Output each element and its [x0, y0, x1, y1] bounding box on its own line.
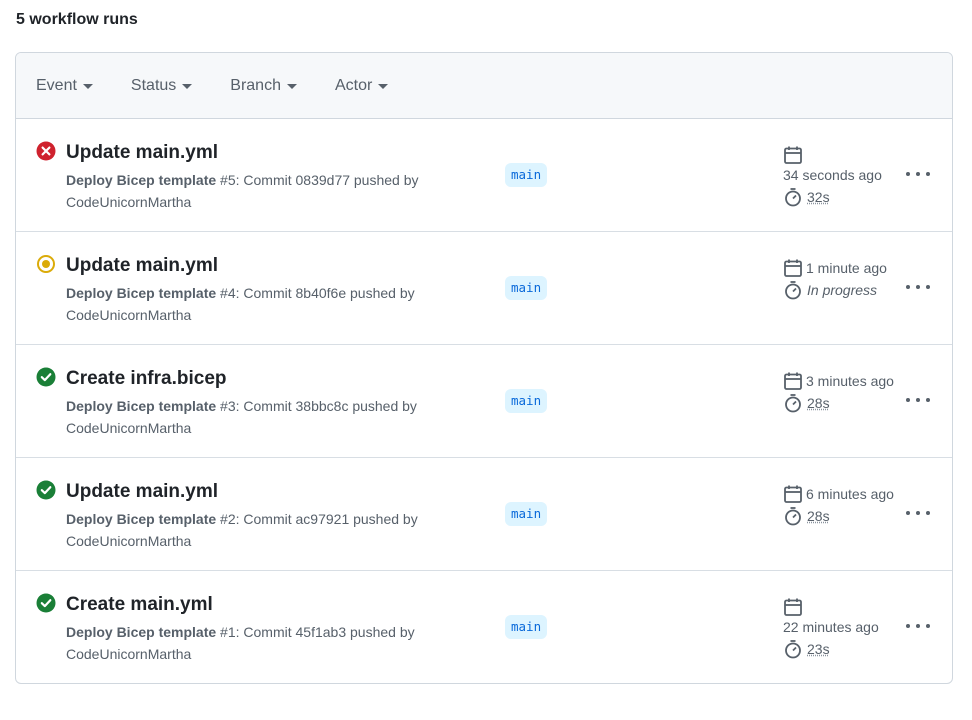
run-title-link[interactable]: Update main.yml: [66, 141, 218, 165]
run-duration: 23s: [807, 641, 830, 657]
run-meta: Deploy Bicep template #1: Commit 45f1ab3…: [66, 621, 446, 665]
branch-badge[interactable]: main: [505, 389, 548, 413]
kebab-horizontal-icon[interactable]: [906, 167, 930, 181]
branch-badge[interactable]: main: [505, 615, 548, 639]
calendar-icon: [784, 146, 802, 164]
kebab-horizontal-icon[interactable]: [906, 393, 930, 407]
branch-filter-dropdown[interactable]: Branch: [230, 77, 297, 95]
run-timing: 34 seconds ago 32s: [783, 145, 913, 207]
workflow-run-row[interactable]: Create infra.bicep Deploy Bicep template…: [16, 345, 952, 458]
caret-down-icon: [82, 84, 93, 89]
run-timing: 6 minutes ago 28s: [783, 484, 913, 526]
calendar-icon: [784, 598, 802, 616]
workflow-name: Deploy Bicep template: [66, 624, 217, 640]
stopwatch-icon: [785, 394, 801, 413]
event-filter-dropdown[interactable]: Event: [36, 77, 93, 95]
branch-badge[interactable]: main: [505, 502, 548, 526]
x-circle-fill-icon: [36, 141, 56, 161]
run-description: #2: Commit ac97921 pushed by: [216, 511, 418, 527]
workflow-run-row[interactable]: Create main.yml Deploy Bicep template #1…: [16, 571, 952, 683]
kebab-horizontal-icon[interactable]: [906, 280, 930, 294]
run-duration: 28s: [807, 395, 830, 411]
run-actor: CodeUnicornMartha: [66, 533, 192, 549]
run-timing: 22 minutes ago 23s: [783, 597, 913, 659]
workflow-runs-count: 5 workflow runs: [16, 11, 138, 28]
run-duration: 32s: [807, 189, 830, 205]
run-meta: Deploy Bicep template #2: Commit ac97921…: [66, 508, 446, 552]
run-actor: CodeUnicornMartha: [66, 420, 192, 436]
calendar-icon: [784, 259, 802, 277]
branch-badge[interactable]: main: [505, 276, 548, 300]
stopwatch-icon: [785, 281, 801, 300]
workflow-run-row[interactable]: Update main.yml Deploy Bicep template #5…: [16, 119, 952, 232]
run-duration: 28s: [807, 508, 830, 524]
kebab-horizontal-icon[interactable]: [906, 506, 930, 520]
status-filter-label: Status: [130, 76, 177, 94]
workflow-run-row[interactable]: Update main.yml Deploy Bicep template #2…: [16, 458, 952, 571]
run-description: #5: Commit 0839d77 pushed by: [216, 172, 419, 188]
run-ago: 34 seconds ago: [783, 167, 882, 183]
run-title-link[interactable]: Update main.yml: [66, 254, 218, 278]
workflow-runs-list: Event Status Branch Actor Update main.ym…: [15, 52, 953, 684]
caret-down-icon: [182, 84, 193, 89]
run-timing: 1 minute ago In progress: [783, 258, 913, 300]
run-title-link[interactable]: Update main.yml: [66, 480, 218, 504]
calendar-icon: [784, 372, 802, 390]
run-meta: Deploy Bicep template #4: Commit 8b40f6e…: [66, 282, 446, 326]
run-description: #1: Commit 45f1ab3 pushed by: [216, 624, 415, 640]
workflow-run-row[interactable]: Update main.yml Deploy Bicep template #4…: [16, 232, 952, 345]
check-circle-fill-icon: [36, 367, 56, 387]
status-filter-dropdown[interactable]: Status: [130, 76, 193, 95]
check-circle-fill-icon: [36, 593, 56, 613]
workflow-name: Deploy Bicep template: [66, 285, 217, 301]
run-actor: CodeUnicornMartha: [66, 194, 192, 210]
run-ago: 1 minute ago: [806, 260, 887, 276]
branch-badge[interactable]: main: [505, 163, 548, 187]
actor-filter-label: Actor: [334, 76, 373, 94]
filter-bar: Event Status Branch Actor: [16, 53, 952, 119]
run-ago: 22 minutes ago: [783, 619, 879, 635]
event-filter-label: Event: [36, 76, 77, 94]
stopwatch-icon: [785, 507, 801, 526]
run-title-link[interactable]: Create main.yml: [66, 593, 213, 617]
check-circle-fill-icon: [36, 480, 56, 500]
branch-filter-label: Branch: [230, 76, 281, 94]
calendar-icon: [784, 485, 802, 503]
run-description: #3: Commit 38bbc8c pushed by: [216, 398, 417, 414]
run-title-link[interactable]: Create infra.bicep: [66, 367, 227, 391]
actor-filter-dropdown[interactable]: Actor: [334, 76, 389, 95]
run-ago: 3 minutes ago: [806, 373, 894, 389]
run-meta: Deploy Bicep template #3: Commit 38bbc8c…: [66, 395, 446, 439]
caret-down-icon: [378, 84, 389, 89]
run-duration: In progress: [807, 282, 878, 298]
run-actor: CodeUnicornMartha: [66, 646, 192, 662]
caret-down-icon: [286, 84, 297, 89]
run-description: #4: Commit 8b40f6e pushed by: [216, 285, 415, 301]
run-actor: CodeUnicornMartha: [66, 307, 192, 323]
dot-fill-in-progress-icon: [36, 254, 56, 274]
stopwatch-icon: [785, 188, 801, 207]
workflow-name: Deploy Bicep template: [66, 511, 217, 527]
kebab-horizontal-icon[interactable]: [906, 619, 930, 633]
workflow-name: Deploy Bicep template: [66, 172, 217, 188]
stopwatch-icon: [785, 640, 801, 659]
workflow-name: Deploy Bicep template: [66, 398, 217, 414]
run-meta: Deploy Bicep template #5: Commit 0839d77…: [66, 169, 446, 213]
run-ago: 6 minutes ago: [806, 486, 894, 502]
run-timing: 3 minutes ago 28s: [783, 371, 913, 413]
